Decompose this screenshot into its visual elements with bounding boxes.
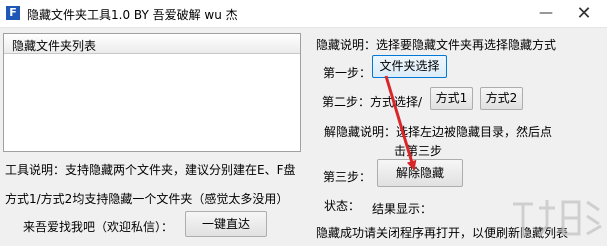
close-button[interactable]: ✕ (561, 0, 607, 27)
unhide-description-line1: 解隐藏说明：选择左边被隐藏目录，然后点 (324, 125, 553, 139)
watermark-logo (513, 200, 602, 238)
title-bar: F 隐藏文件夹工具1.0 BY 吾爱破解 wu 杰 — ✕ (0, 0, 607, 28)
app-icon: F (6, 6, 20, 20)
tool-description: 工具说明：支持隐藏两个文件夹，建议分别建在E、F盘 (5, 163, 296, 177)
window-title: 隐藏文件夹工具1.0 BY 吾爱破解 wu 杰 (27, 8, 238, 22)
mode-description: 方式1/方式2均支持隐藏一个文件夹（感觉太多没用） (5, 192, 289, 206)
step3-label: 第三步： (323, 170, 372, 184)
list-header-label: 隐藏文件夹列表 (12, 39, 97, 53)
folder-select-button[interactable]: 文件夹选择 (372, 55, 447, 78)
method1-button[interactable]: 方式1 (430, 87, 473, 110)
method2-button[interactable]: 方式2 (480, 87, 523, 110)
contact-label: 来吾爱找我吧（欢迎私信）： (23, 220, 174, 234)
unhide-button[interactable]: 解除隐藏 (377, 159, 463, 187)
hide-description: 隐藏说明：选择要隐藏文件夹再选择隐藏方式 (316, 38, 557, 52)
direct-link-button[interactable]: 一键直达 (185, 211, 267, 237)
step1-label: 第一步： (323, 66, 372, 80)
result-label: 结果显示： (372, 202, 433, 216)
list-header[interactable]: 隐藏文件夹列表 (4, 34, 300, 54)
status-label: 状态： (324, 199, 361, 213)
unhide-description-line2: 击第三步 (394, 144, 443, 158)
step2-label: 第二步：方式选择/ (322, 95, 423, 109)
app-window: F 隐藏文件夹工具1.0 BY 吾爱破解 wu 杰 — ✕ 隐藏文件夹列表 工具… (0, 0, 607, 246)
hidden-folder-list[interactable]: 隐藏文件夹列表 (3, 33, 301, 152)
